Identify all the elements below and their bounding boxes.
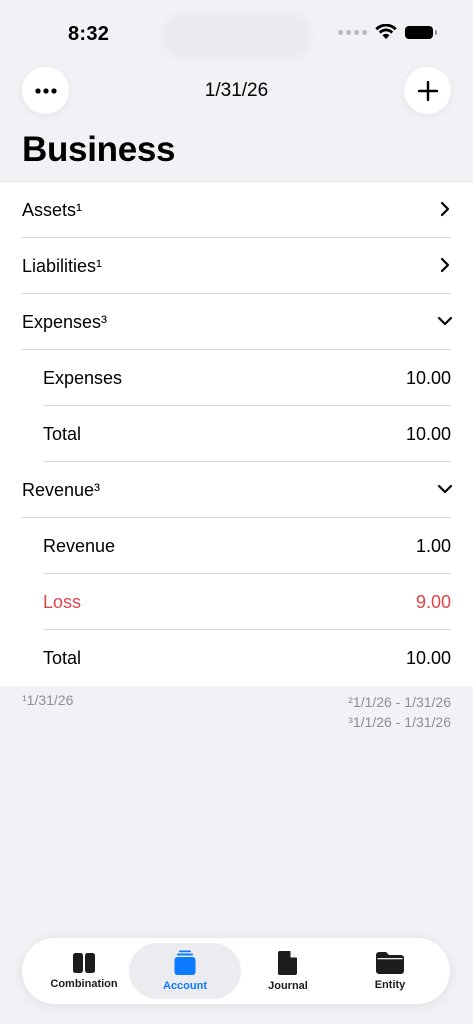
row-label: Total bbox=[43, 647, 82, 668]
document-icon bbox=[278, 951, 297, 975]
split-panel-icon bbox=[73, 953, 95, 973]
row-assets[interactable]: Assets¹ bbox=[0, 182, 473, 238]
row-label: Expenses³ bbox=[22, 311, 108, 332]
dynamic-island bbox=[162, 12, 312, 60]
row-label: Loss bbox=[43, 591, 82, 612]
row-expenses[interactable]: Expenses 10.00 bbox=[0, 350, 473, 406]
row-revenue[interactable]: Revenue 1.00 bbox=[0, 518, 473, 574]
row-label: Liabilities¹ bbox=[22, 255, 103, 276]
row-label: Revenue³ bbox=[22, 479, 101, 500]
row-revenue-group[interactable]: Revenue³ bbox=[0, 462, 473, 518]
chevron-down-icon bbox=[437, 316, 453, 326]
tab-label: Journal bbox=[268, 980, 308, 992]
tab-account[interactable]: Account bbox=[129, 943, 241, 999]
row-value: 1.00 bbox=[415, 535, 451, 556]
nav-date-title[interactable]: 1/31/26 bbox=[0, 80, 473, 102]
row-value: 10.00 bbox=[405, 423, 451, 444]
cellular-signal-icon bbox=[338, 29, 367, 35]
row-value: 9.00 bbox=[415, 591, 451, 612]
chevron-right-icon bbox=[440, 257, 450, 273]
battery-icon bbox=[405, 25, 437, 39]
footnote-right: ²1/1/26 - 1/31/26 ³1/1/26 - 1/31/26 bbox=[348, 692, 451, 732]
add-button[interactable] bbox=[404, 67, 451, 114]
footnote-right-1: ²1/1/26 - 1/31/26 bbox=[348, 694, 451, 710]
page-title: Business bbox=[22, 130, 176, 169]
folder-icon bbox=[376, 952, 404, 974]
footnote-right-2: ³1/1/26 - 1/31/26 bbox=[348, 714, 451, 730]
footnote-left: ¹1/31/26 bbox=[22, 692, 74, 708]
tab-label: Combination bbox=[50, 978, 118, 990]
status-time: 8:32 bbox=[68, 23, 110, 45]
row-label: Expenses bbox=[43, 367, 123, 388]
chevron-down-icon bbox=[437, 484, 453, 494]
tab-label: Entity bbox=[374, 979, 406, 991]
account-list: Assets¹ Liabilities¹ Expenses³ Expenses … bbox=[0, 181, 473, 686]
plus-icon bbox=[417, 80, 438, 101]
status-icons bbox=[338, 24, 437, 40]
status-bar: 8:32 bbox=[0, 0, 473, 60]
row-label: Total bbox=[43, 423, 82, 444]
stack-icon bbox=[174, 950, 196, 975]
row-value: 10.00 bbox=[405, 367, 451, 388]
tab-entity[interactable]: Entity bbox=[334, 943, 446, 999]
tab-combination[interactable]: Combination bbox=[28, 943, 140, 999]
app-screen: 8:32 1/31/26 Business Assets¹ Liabilitie… bbox=[0, 0, 473, 1024]
row-expenses-group[interactable]: Expenses³ bbox=[0, 294, 473, 350]
tab-label: Account bbox=[163, 980, 207, 992]
row-loss[interactable]: Loss 9.00 bbox=[0, 574, 473, 630]
tab-journal[interactable]: Journal bbox=[232, 943, 344, 999]
row-revenue-total[interactable]: Total 10.00 bbox=[0, 630, 473, 686]
wifi-icon bbox=[375, 24, 397, 39]
tab-bar: Combination Account Journal Entity bbox=[22, 938, 450, 1004]
row-value: 10.00 bbox=[405, 647, 451, 668]
row-expenses-total[interactable]: Total 10.00 bbox=[0, 406, 473, 462]
row-label: Revenue bbox=[43, 535, 116, 556]
row-liabilities[interactable]: Liabilities¹ bbox=[0, 238, 473, 294]
chevron-right-icon bbox=[440, 201, 450, 217]
row-label: Assets¹ bbox=[22, 199, 83, 220]
